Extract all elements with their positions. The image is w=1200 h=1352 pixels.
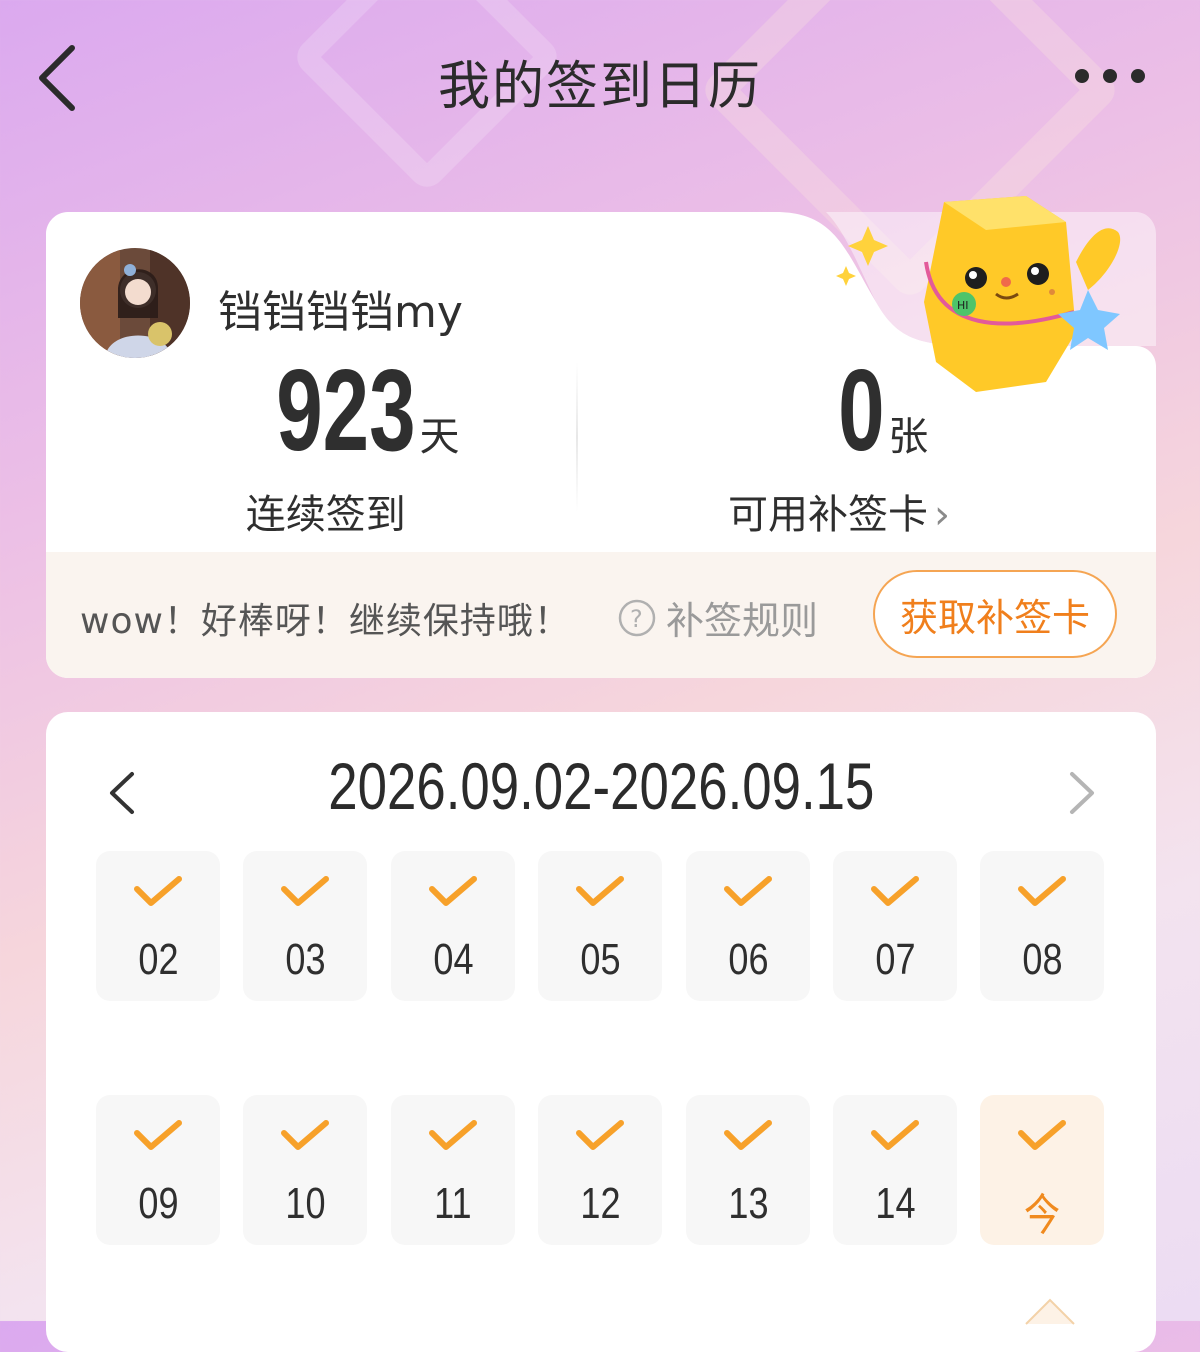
makeup-card-stat[interactable]: 0张 可用补签卡 › (728, 352, 950, 540)
day-cell[interactable]: 08 (980, 851, 1104, 1001)
summary-card: 铛铛铛铛my HI 923 天 连续签到 0张 可用补签卡 › wow！好棒呀！继续… (46, 196, 1156, 678)
streak-count: 923 (276, 345, 416, 475)
day-label: 09 (137, 1179, 179, 1228)
makeup-card-unit: 张 (888, 414, 929, 460)
encouragement-text: wow！好棒呀！继续保持哦！ (80, 601, 571, 642)
day-label: 10 (284, 1179, 326, 1228)
checkmark-icon (724, 876, 772, 906)
date-range: 2026.09.02-2026.09.15 (327, 749, 875, 823)
page-title: 我的签到日历 (437, 57, 762, 117)
username: 铛铛铛铛my (218, 287, 463, 338)
checkmark-icon (429, 876, 477, 906)
checkmark-icon (429, 1120, 477, 1150)
checkmark-icon (576, 876, 624, 906)
checkmark-icon (1018, 1120, 1066, 1150)
day-label: 05 (579, 935, 621, 984)
day-label: 11 (434, 1179, 472, 1228)
day-label: 14 (874, 1179, 916, 1228)
checkmark-icon (281, 1120, 329, 1150)
checkmark-icon (871, 876, 919, 906)
svg-text:?: ? (630, 605, 643, 633)
day-cell[interactable]: 04 (391, 851, 515, 1001)
day-cell[interactable]: 13 (686, 1095, 810, 1245)
top-bar: 我的签到日历 (0, 0, 1200, 160)
day-cell[interactable]: 07 (833, 851, 957, 1001)
day-label: 07 (874, 935, 916, 984)
question-circle-icon: ? (618, 599, 656, 636)
checkmark-icon (724, 1120, 772, 1150)
checkmark-icon (134, 876, 182, 906)
svg-text:HI: HI (957, 299, 969, 312)
day-label: 04 (432, 935, 474, 984)
checkmark-icon (576, 1120, 624, 1150)
streak-unit: 天 (419, 414, 460, 460)
day-cell[interactable]: 02 (96, 851, 220, 1001)
day-cell[interactable]: 09 (96, 1095, 220, 1245)
day-cell[interactable]: 06 (686, 851, 810, 1001)
calendar-card: 2026.09.02-2026.09.15 02 03 04 05 06 07 08 09 10… (46, 712, 1156, 1352)
checkmark-icon (1018, 876, 1066, 906)
checkmark-icon (871, 1120, 919, 1150)
day-label: 03 (284, 935, 326, 984)
get-makeup-card-button[interactable]: 获取补签卡 (873, 570, 1117, 658)
day-cell[interactable]: 05 (538, 851, 662, 1001)
day-cell[interactable]: 10 (243, 1095, 367, 1245)
day-label: 13 (727, 1179, 769, 1228)
day-label: 08 (1021, 935, 1063, 984)
today-pointer-icon (1025, 1298, 1075, 1325)
makeup-rules-link[interactable]: ? 补签规则 (618, 590, 818, 645)
day-label: 今 (1023, 1190, 1061, 1241)
makeup-rules-label: 补签规则 (666, 599, 819, 643)
more-dots-icon[interactable] (1070, 64, 1150, 88)
day-cell[interactable]: 03 (243, 851, 367, 1001)
chevron-right-icon: › (934, 492, 950, 538)
day-cell-today[interactable]: 今 (980, 1095, 1104, 1245)
day-label: 02 (137, 935, 179, 984)
day-cell[interactable]: 11 (391, 1095, 515, 1245)
day-label: 06 (727, 935, 769, 984)
avatar[interactable] (80, 248, 190, 358)
day-label: 12 (579, 1179, 621, 1228)
checkmark-icon (134, 1120, 182, 1150)
day-cell[interactable]: 12 (538, 1095, 662, 1245)
streak-stat: 923 天 连续签到 (222, 352, 460, 540)
chevron-right-icon[interactable] (1064, 768, 1100, 818)
day-cell[interactable]: 14 (833, 1095, 957, 1245)
makeup-card-label[interactable]: 可用补签卡 › (728, 482, 950, 540)
streak-label: 连续签到 (245, 492, 406, 538)
makeup-card-count: 0 (837, 345, 885, 475)
tip-bar: wow！好棒呀！继续保持哦！ ? 补签规则 获取补签卡 (46, 552, 1156, 678)
stat-divider (576, 362, 578, 512)
checkmark-icon (281, 876, 329, 906)
